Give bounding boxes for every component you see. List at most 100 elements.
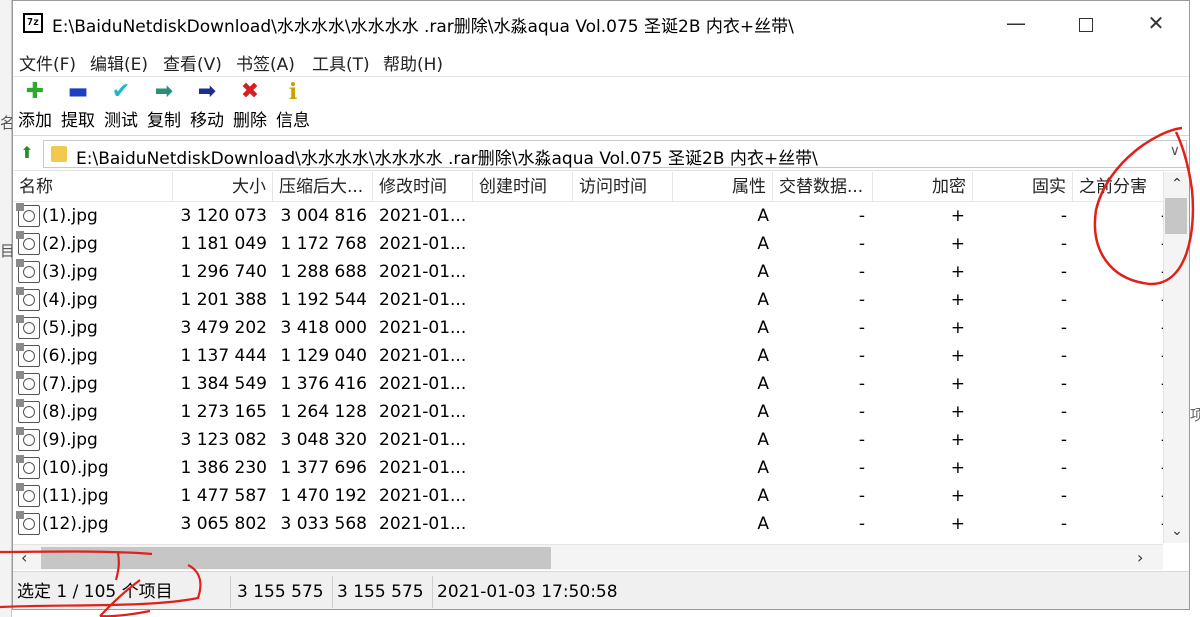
image-file-icon — [16, 399, 40, 423]
table-row[interactable]: (6).jpg1 137 4441 129 0402021-01...A-+-- — [13, 342, 1163, 370]
cell-packed-size: 3 418 000 — [280, 318, 367, 338]
cell-size: 3 479 202 — [180, 318, 267, 338]
status-modified-time: 2021-01-03 17:50:58 — [437, 582, 618, 602]
scroll-down-icon[interactable]: ⌄ — [1164, 523, 1189, 539]
cell-modified: 2021-01... — [379, 430, 467, 450]
cell-accessed — [573, 370, 673, 398]
menu-edit[interactable]: 编辑(E) — [90, 50, 148, 75]
folder-up-icon[interactable]: ⬆ — [17, 143, 37, 163]
file-list[interactable]: 名称 大小 压缩后大... 修改时间 创建时间 访问时间 属性 交替数据... … — [13, 172, 1163, 543]
cell-attributes: A — [757, 430, 769, 450]
menu-file[interactable]: 文件(F) — [19, 50, 76, 75]
cell-alternate-streams: - — [858, 234, 865, 254]
column-header-modified[interactable]: 修改时间 — [373, 172, 473, 202]
cell-previous: - — [1073, 230, 1163, 258]
column-header-previous[interactable]: 之前分害 — [1073, 172, 1163, 202]
menu-bookmarks[interactable]: 书签(A) — [236, 50, 295, 75]
table-row[interactable]: (9).jpg3 123 0823 048 3202021-01...A-+-- — [13, 426, 1163, 454]
folder-icon — [51, 146, 67, 162]
cell-accessed — [573, 342, 673, 370]
table-row[interactable]: (5).jpg3 479 2023 418 0002021-01...A-+-- — [13, 314, 1163, 342]
table-row[interactable]: (8).jpg1 273 1651 264 1282021-01...A-+-- — [13, 398, 1163, 426]
cell-attributes: A — [757, 262, 769, 282]
column-header-accessed[interactable]: 访问时间 — [573, 172, 673, 202]
cell-previous: - — [1073, 286, 1163, 314]
menu-tools[interactable]: 工具(T) — [312, 50, 370, 75]
minus-icon: ▬ — [67, 79, 89, 104]
table-row[interactable]: (1).jpg3 120 0733 004 8162021-01...A-+-- — [13, 202, 1163, 230]
info-button-label: 信息 — [276, 111, 310, 131]
cell-solid: - — [1060, 290, 1067, 310]
7zip-app-icon: 7z — [23, 13, 43, 33]
image-file-icon — [16, 483, 40, 507]
scroll-left-icon[interactable]: ‹ — [21, 548, 27, 567]
cell-name: (5).jpg — [42, 318, 98, 338]
table-row[interactable]: (2).jpg1 181 0491 172 7682021-01...A-+-- — [13, 230, 1163, 258]
cell-attributes: A — [757, 318, 769, 338]
cell-encrypted: + — [950, 402, 965, 422]
close-button[interactable]: ✕ — [1121, 1, 1189, 45]
maximize-button[interactable] — [1051, 1, 1121, 45]
scroll-up-icon[interactable]: ⌃ — [1164, 176, 1189, 192]
cell-attributes: A — [757, 346, 769, 366]
maximize-icon — [1079, 17, 1093, 32]
menu-help[interactable]: 帮助(H) — [383, 50, 443, 75]
minimize-button[interactable]: — — [981, 1, 1051, 45]
cell-name: (6).jpg — [42, 346, 98, 366]
cell-accessed — [573, 510, 673, 538]
cell-created — [473, 342, 573, 370]
table-row[interactable]: (4).jpg1 201 3881 192 5442021-01...A-+-- — [13, 286, 1163, 314]
cell-alternate-streams: - — [858, 402, 865, 422]
cell-encrypted: + — [950, 430, 965, 450]
image-file-icon — [16, 371, 40, 395]
table-row[interactable]: (11).jpg 1 477 587 1 470 192 2021-01... A - + -… — [13, 482, 1163, 510]
column-header-created[interactable]: 创建时间 — [473, 172, 573, 202]
cell-solid: - — [1060, 234, 1067, 254]
image-file-icon — [16, 259, 40, 283]
vertical-scroll-thumb[interactable] — [1165, 198, 1187, 234]
cell-accessed — [573, 286, 673, 314]
cell-accessed — [573, 230, 673, 258]
cell-created — [473, 230, 573, 258]
cell-size: 1 201 388 — [180, 290, 267, 310]
path-text: E:\BaiduNetdiskDownload\水水水水\水水水水 .rar删除… — [76, 149, 818, 169]
cell-size: 1 273 165 — [180, 402, 267, 422]
table-row[interactable]: (10).jpg 1 386 230 1 377 696 2021-01... A - + -… — [13, 454, 1163, 482]
table-row[interactable]: (7).jpg1 384 5491 376 4162021-01...A-+-- — [13, 370, 1163, 398]
menu-view[interactable]: 查看(V) — [163, 50, 222, 75]
table-row[interactable]: (3).jpg1 296 7401 288 6882021-01...A-+-- — [13, 258, 1163, 286]
title-bar[interactable]: 7z E:\BaiduNetdiskDownload\水水水水\水水水水 .ra… — [13, 1, 1189, 45]
vertical-scrollbar[interactable]: ⌃ ⌄ — [1163, 172, 1189, 543]
status-bar: 选定 1 / 105 个项目 3 155 575 3 155 575 2021-… — [13, 571, 1189, 609]
background-text-fragment: 项 — [1190, 406, 1200, 424]
column-header-packed-size[interactable]: 压缩后大... — [273, 172, 373, 202]
info-button[interactable]: i 信息 — [271, 78, 315, 134]
background-window-right: 项 — [1190, 0, 1200, 617]
column-header-name[interactable]: 名称 — [13, 172, 173, 202]
column-header-size[interactable]: 大小 — [173, 172, 273, 202]
cell-previous: - — [1073, 482, 1163, 510]
table-row[interactable]: (12).jpg 3 065 802 3 033 568 2021-01... A - + -… — [13, 510, 1163, 538]
horizontal-scrollbar[interactable]: ‹ › — [13, 544, 1163, 570]
column-header-solid[interactable]: 固实 — [973, 172, 1073, 202]
cell-packed-size: 3 004 816 — [280, 206, 367, 226]
column-header-attributes[interactable]: 属性 — [673, 172, 773, 202]
column-header-alternate-streams[interactable]: 交替数据... — [773, 172, 873, 202]
scroll-right-icon[interactable]: › — [1137, 548, 1143, 567]
chevron-down-icon[interactable]: ∨ — [1170, 143, 1180, 159]
cell-previous: - — [1073, 370, 1163, 398]
image-file-icon — [16, 427, 40, 451]
cell-modified: 2021-01... — [379, 486, 467, 506]
cell-encrypted: + — [950, 458, 965, 478]
horizontal-scroll-thumb[interactable] — [41, 547, 551, 569]
cell-alternate-streams: - — [858, 262, 865, 282]
cell-packed-size: 3 033 568 — [280, 514, 367, 534]
path-combobox[interactable]: E:\BaiduNetdiskDownload\水水水水\水水水水 .rar删除… — [43, 140, 1187, 169]
image-file-icon — [16, 287, 40, 311]
cell-attributes: A — [757, 206, 769, 226]
cell-packed-size: 1 192 544 — [280, 290, 367, 310]
cell-name: (11).jpg — [42, 486, 109, 506]
column-header-encrypted[interactable]: 加密 — [873, 172, 973, 202]
window-title: E:\BaiduNetdiskDownload\水水水水\水水水水 .rar删除… — [52, 17, 794, 37]
cell-size: 3 120 073 — [180, 206, 267, 226]
